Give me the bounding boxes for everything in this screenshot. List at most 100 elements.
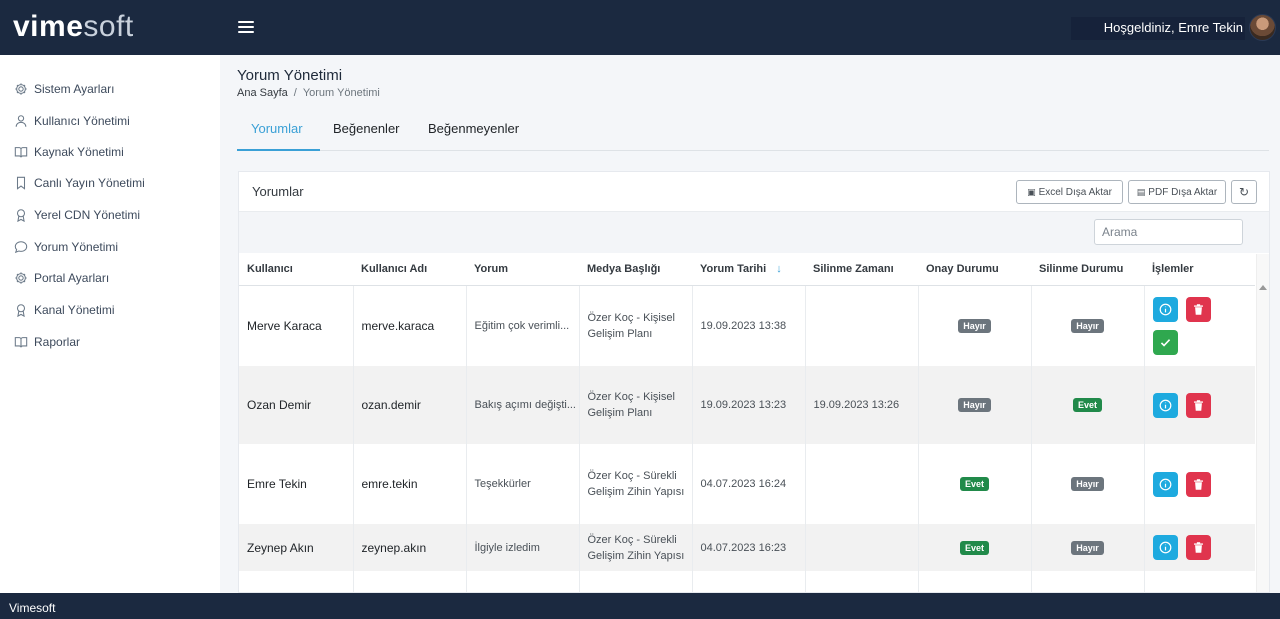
gear-icon — [14, 82, 28, 96]
pdf-export-button[interactable]: ▤ PDF Dışa Aktar — [1128, 180, 1226, 204]
info-button[interactable] — [1152, 392, 1178, 418]
status-badge: Evet — [1072, 398, 1102, 412]
cell-deleted-at: 19.09.2023 13:26 — [805, 366, 919, 444]
refresh-button[interactable]: ↻ — [1231, 180, 1257, 204]
comments-table: Kullanıcı Kullanıcı Adı Yorum Medya Başl… — [239, 254, 1255, 592]
info-icon — [1159, 541, 1171, 554]
logo-bold-text: vime — [13, 10, 84, 43]
status-badge: Hayır — [958, 398, 991, 412]
delete-button[interactable] — [1185, 392, 1211, 418]
status-badge: Hayır — [1071, 318, 1104, 333]
pdf-export-label: PDF Dışa Aktar — [1148, 186, 1218, 198]
cell-comment-date: 04.07.2023 16:24 — [692, 444, 806, 524]
scroll-up-arrow-icon[interactable] — [1259, 285, 1267, 290]
cell-actions — [1144, 366, 1255, 444]
sidebar-item-label: Raporlar — [34, 335, 81, 349]
check-icon — [1160, 338, 1170, 347]
refresh-icon: ↻ — [1238, 185, 1250, 199]
cell-deleted-at — [805, 285, 919, 366]
cell-comment: İlgiyle izledim — [466, 524, 580, 571]
column-header-onay-durumu[interactable]: Onay Durumu — [918, 254, 1031, 286]
cell-deletion-status: Hayır — [1031, 444, 1145, 524]
cell-comment: Bakış açımı değişti... — [466, 366, 580, 444]
cell-deleted-at — [805, 444, 919, 524]
column-header-yorum[interactable]: Yorum — [466, 254, 579, 286]
cell-deletion-status: Hayır — [1031, 524, 1145, 571]
sidebar-item-canli-yayin-yonetimi[interactable]: Canlı Yayın Yönetimi — [14, 173, 145, 193]
info-icon — [1159, 399, 1171, 411]
excel-export-button[interactable]: ▣ Excel Dışa Aktar — [1016, 180, 1123, 204]
info-button[interactable] — [1152, 296, 1178, 322]
sidebar-item-yerel-cdn-yonetimi[interactable]: Yerel CDN Yönetimi — [14, 205, 140, 225]
status-badge: Evet — [959, 477, 989, 491]
welcome-text[interactable]: Hoşgeldiniz, Emre Tekin — [1104, 20, 1243, 35]
column-header-yorum-tarihi[interactable]: Yorum Tarihi ↓ — [692, 254, 805, 286]
breadcrumb-current: Yorum Yönetimi — [302, 87, 380, 99]
vimesoft-logo[interactable]: vimesoft — [13, 10, 134, 44]
card-title: Yorumlar — [252, 184, 304, 199]
column-header-kullanici[interactable]: Kullanıcı — [239, 254, 353, 286]
delete-button[interactable] — [1185, 296, 1211, 322]
breadcrumb-separator: / — [293, 87, 297, 99]
status-badge: Hayır — [958, 318, 991, 333]
status-badge: Hayır — [1071, 477, 1104, 491]
column-header-silinme-zamani[interactable]: Silinme Zamanı — [805, 254, 918, 286]
tab-begenenler[interactable]: Beğenenler — [333, 112, 400, 151]
table-row: Ozan Demir ozan.demir Bakış açımı değişt… — [239, 366, 1255, 444]
table-scrollbar[interactable] — [1256, 254, 1269, 592]
cell-media-title: Özer Koç - Sürekli Gelişim Zihin Yapısı — [579, 524, 693, 571]
cell-deleted-at — [805, 524, 919, 571]
sidebar-item-portal-ayarlari[interactable]: Portal Ayarları — [14, 268, 109, 288]
sidebar-item-kaynak-yonetimi[interactable]: Kaynak Yönetimi — [14, 142, 124, 162]
tab-yorumlar[interactable]: Yorumlar — [237, 112, 320, 151]
chat-icon — [14, 240, 28, 254]
award-icon — [14, 208, 28, 222]
award-icon — [14, 303, 28, 317]
tab-begenmeyenler[interactable]: Beğenmeyenler — [428, 112, 519, 151]
cell-actions — [1144, 285, 1255, 366]
sidebar-item-yorum-yonetimi[interactable]: Yorum Yönetimi — [14, 237, 118, 257]
cell-actions — [1144, 444, 1255, 524]
top-navbar: vimesoft Hoşgeldiniz, Emre Tekin — [0, 0, 1280, 55]
info-button[interactable] — [1152, 471, 1178, 497]
cell-comment-date: 19.09.2023 13:23 — [692, 366, 806, 444]
sidebar-item-label: Canlı Yayın Yönetimi — [34, 176, 145, 190]
sort-desc-icon: ↓ — [776, 263, 782, 276]
cell-media-title: Özer Koç - Kişisel Gelişim Planı — [579, 285, 693, 366]
info-button[interactable] — [1152, 535, 1178, 560]
sidebar-item-label: Kanal Yönetimi — [34, 303, 115, 317]
cell-username: merve.karaca — [353, 285, 467, 366]
cell-comment-date: 19.09.2023 13:38 — [692, 285, 806, 366]
search-input[interactable] — [1094, 219, 1243, 245]
cell-deletion-status: Evet — [1031, 366, 1145, 444]
comments-card: Yorumlar ▣ Excel Dışa Aktar ▤ PDF Dışa Akt… — [238, 171, 1270, 593]
info-icon — [1159, 303, 1171, 316]
gear-icon — [14, 271, 28, 285]
approve-button[interactable] — [1152, 329, 1178, 355]
delete-button[interactable] — [1185, 471, 1211, 497]
breadcrumb: Ana Sayfa / Yorum Yönetimi — [237, 87, 380, 99]
sidebar-item-label: Yorum Yönetimi — [34, 240, 119, 254]
excel-file-icon: ▣ — [1027, 186, 1036, 197]
status-badge: Evet — [959, 540, 989, 555]
sidebar-item-sistem-ayarlari[interactable]: Sistem Ayarları — [14, 79, 114, 99]
status-badge: Hayır — [1071, 540, 1104, 555]
trash-icon — [1193, 478, 1203, 490]
hamburger-menu-icon[interactable] — [238, 21, 254, 35]
cell-comment: Eğitim çok verimli... — [466, 285, 580, 366]
sidebar-item-kullanici-yonetimi[interactable]: Kullanıcı Yönetimi — [14, 111, 130, 131]
cell-user: Zeynep Akın — [239, 524, 354, 571]
trash-icon — [1193, 303, 1203, 315]
sidebar-item-raporlar[interactable]: Raporlar — [14, 332, 80, 352]
trash-icon — [1193, 399, 1203, 411]
user-avatar[interactable] — [1249, 14, 1276, 41]
logo-light-text: soft — [83, 10, 134, 43]
column-header-medya-basligi[interactable]: Medya Başlığı — [579, 254, 692, 286]
delete-button[interactable] — [1185, 535, 1211, 560]
breadcrumb-home-link[interactable]: Ana Sayfa — [237, 87, 288, 99]
sidebar-item-kanal-yonetimi[interactable]: Kanal Yönetimi — [14, 300, 115, 320]
sidebar-item-label: Sistem Ayarları — [34, 82, 115, 96]
column-header-silinme-durumu[interactable]: Silinme Durumu — [1031, 254, 1144, 286]
column-header-islemler: İşlemler — [1144, 254, 1255, 286]
column-header-kullanici-adi[interactable]: Kullanıcı Adı — [353, 254, 466, 286]
